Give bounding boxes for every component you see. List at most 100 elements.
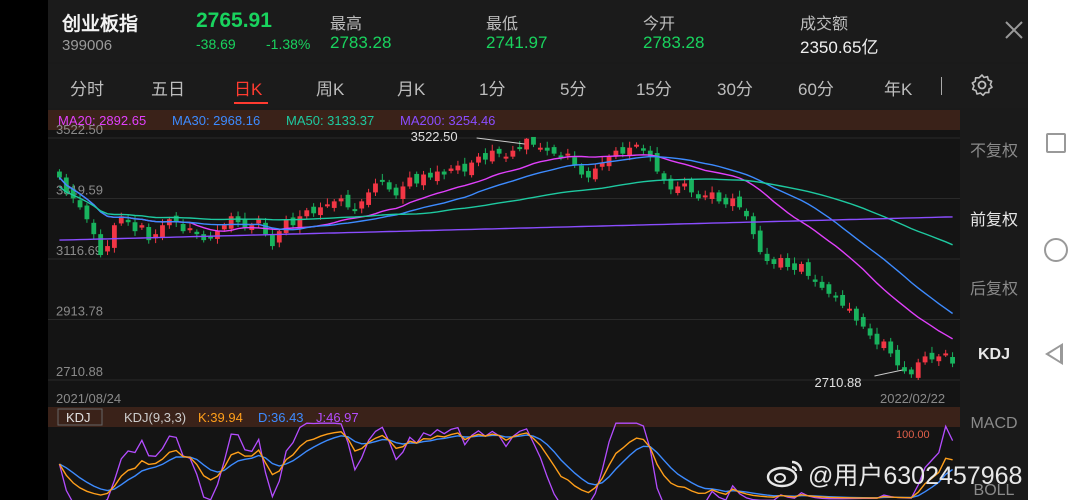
quote-header: 创业板指 399006 2765.91 -38.69 -1.38% 最高 278… (48, 0, 1028, 62)
candle-body (496, 148, 502, 154)
left-system-bar (0, 0, 48, 500)
back-icon[interactable] (1045, 343, 1063, 365)
tab-yearly-k[interactable]: 年K (884, 75, 912, 100)
date-start-label: 2021/08/24 (56, 391, 121, 406)
candle-body (737, 196, 742, 208)
candle-body (922, 356, 928, 363)
candle-body (132, 222, 138, 232)
candle-body (902, 367, 907, 372)
candle-body (929, 352, 935, 360)
android-navigation-bar (1028, 0, 1083, 500)
price-axis-label: 3116.69 (56, 243, 102, 258)
candle-body (77, 200, 83, 208)
price-axis-label: 2913.78 (56, 304, 103, 319)
candle-body (489, 150, 495, 162)
tab-divider (941, 77, 942, 95)
candle-body (675, 186, 681, 194)
tab-daily-k[interactable]: 日K (234, 75, 262, 100)
forward-adjust-button[interactable]: 前复权 (960, 206, 1028, 230)
candle-body (847, 308, 852, 311)
candle-body (524, 138, 530, 150)
candle-body (373, 183, 378, 193)
tab-60min[interactable]: 60分 (798, 75, 834, 100)
candle-body (180, 224, 186, 232)
candle-body (476, 156, 481, 163)
kdj-button[interactable]: KDJ (960, 346, 1028, 364)
candle-body (462, 163, 468, 172)
candle-body (565, 153, 571, 156)
tab-five-day[interactable]: 五日 (151, 75, 185, 100)
weibo-icon (766, 460, 803, 488)
candle-body (187, 228, 193, 231)
candle-body (84, 205, 90, 220)
candle-body (242, 218, 248, 229)
last-price: 2765.91 (196, 9, 272, 32)
candle-body (702, 195, 708, 198)
tab-15min[interactable]: 15分 (636, 75, 672, 100)
backward-adjust-button[interactable]: 后复权 (960, 275, 1028, 299)
tab-weekly-k[interactable]: 周K (316, 75, 344, 100)
candle-body (448, 168, 454, 171)
high-marker-label: 3522.50 (411, 129, 458, 144)
candle-body (531, 136, 536, 145)
candle-body (517, 147, 523, 150)
candle-body (366, 192, 371, 205)
candle-body (867, 328, 873, 336)
candle-body (421, 174, 426, 186)
period-tabs: 分时 五日 日K 周K 月K 1分 5分 15分 30分 60分 年K (48, 64, 1028, 108)
kdj-params: KDJ(9,3,3) (124, 410, 186, 425)
high-value: 2783.28 (330, 33, 392, 52)
candle-body (324, 204, 330, 207)
candle-body (428, 172, 433, 178)
candle-body (221, 225, 227, 230)
ma-legend-item: MA50: 3133.37 (286, 113, 374, 128)
candle-body (434, 171, 440, 182)
ma-legend-item: MA30: 2968.16 (172, 113, 260, 128)
candle-body (393, 187, 399, 196)
candle-body (943, 353, 949, 356)
price-axis-label: 2710.88 (56, 364, 103, 379)
no-adjust-button[interactable]: 不复权 (960, 137, 1028, 161)
candle-body (757, 230, 763, 253)
candle-body (709, 192, 715, 199)
macd-button[interactable]: MACD (960, 415, 1028, 433)
candle-body (414, 173, 420, 184)
candle-body (551, 147, 557, 154)
candle-body (874, 333, 880, 345)
index-code: 399006 (62, 37, 113, 54)
gear-icon[interactable] (970, 73, 994, 97)
candle-body (441, 171, 447, 175)
candle-body (888, 341, 894, 354)
kdj-k-value: K:39.94 (198, 410, 243, 425)
recent-apps-icon[interactable] (1046, 133, 1066, 153)
price-axis-label: 3522.50 (56, 122, 103, 137)
candle-body (125, 219, 131, 223)
candle-body (915, 362, 921, 378)
candle-body (778, 258, 784, 268)
candle-body (833, 295, 839, 298)
candle-body (544, 147, 550, 151)
candle-body (201, 234, 207, 241)
kdj-100-label: 100.00 (896, 429, 930, 441)
candle-body (283, 219, 289, 233)
stock-chart-panel: 创业板指 399006 2765.91 -38.69 -1.38% 最高 278… (48, 0, 1028, 500)
tab-intraday[interactable]: 分时 (70, 75, 104, 100)
tab-5min[interactable]: 5分 (560, 75, 586, 100)
kline-chart[interactable]: MA20: 2892.65 MA30: 2968.16 MA50: 3133.37 M… (48, 110, 1028, 500)
tab-monthly-k[interactable]: 月K (397, 75, 425, 100)
close-icon[interactable] (1004, 20, 1024, 40)
candle-body (695, 194, 701, 199)
candle-body (764, 253, 770, 261)
candle-body (627, 147, 633, 156)
candle-body (682, 183, 688, 187)
candle-body (352, 209, 358, 212)
candle-body (270, 234, 275, 247)
tab-30min[interactable]: 30分 (717, 75, 753, 100)
candle-body (386, 182, 392, 190)
home-icon[interactable] (1044, 238, 1068, 262)
candle-body (400, 186, 406, 199)
candle-body (689, 179, 694, 193)
tab-1min[interactable]: 1分 (479, 75, 505, 100)
kline-chart-area[interactable]: MA20: 2892.65 MA30: 2968.16 MA50: 3133.37 M… (48, 110, 1028, 500)
candle-body (744, 210, 749, 217)
